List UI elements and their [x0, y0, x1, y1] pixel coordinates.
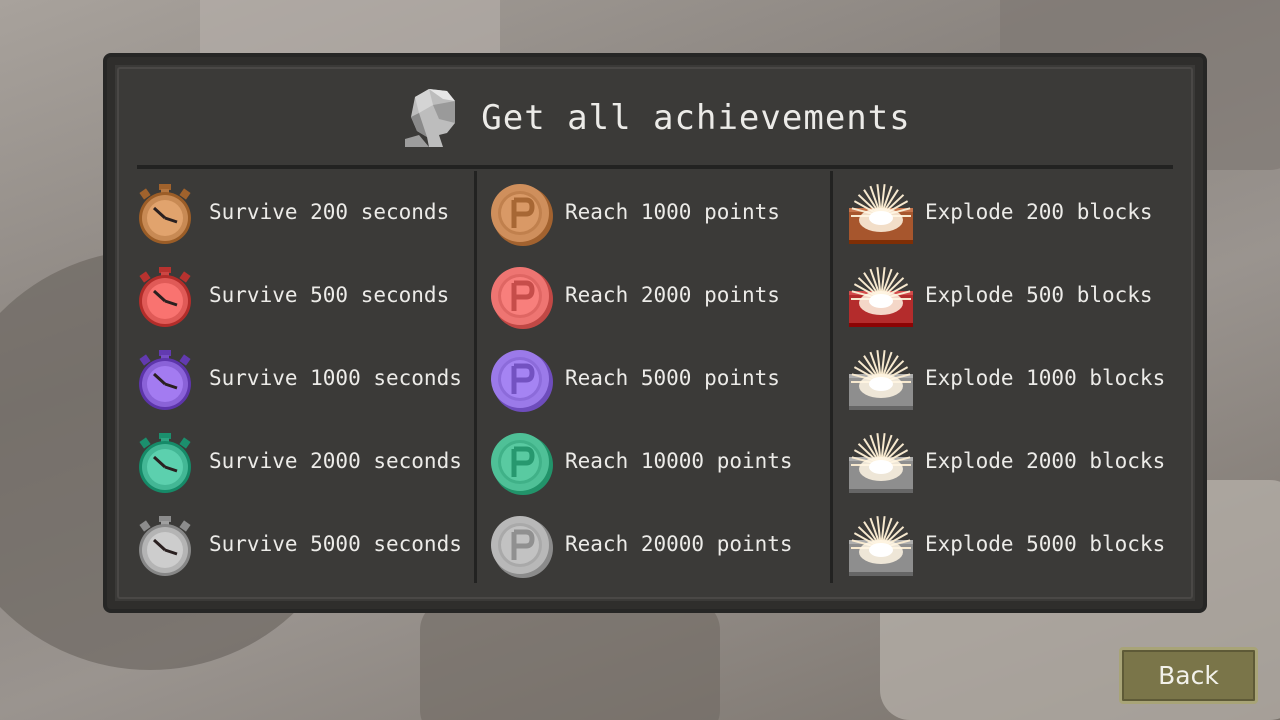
achievement-label: Survive 200 seconds — [209, 200, 450, 224]
explosion-block-icon — [849, 433, 913, 493]
achievement-label: Explode 200 blocks — [925, 200, 1153, 224]
title-row: Get all achievements — [107, 83, 1203, 153]
page-title: Get all achievements — [481, 98, 911, 138]
achievement-label: Reach 10000 points — [565, 449, 793, 473]
achievement-row: Survive 1000 seconds — [131, 343, 462, 413]
trophy-statue-icon — [405, 89, 456, 147]
back-button[interactable]: Back — [1119, 647, 1258, 704]
stopwatch-icon — [139, 184, 191, 244]
achievement-label: Reach 2000 points — [565, 283, 780, 307]
explosion-block-icon — [849, 184, 913, 244]
achievement-row: Reach 10000 points — [487, 426, 793, 496]
points-coin-icon — [491, 516, 553, 578]
points-column: Reach 1000 points Reach 2000 points Reac… — [487, 177, 827, 592]
explosion-block-icon — [849, 350, 913, 410]
survive-column: Survive 200 seconds Survive 500 seconds … — [131, 177, 471, 592]
explosion-block-icon — [849, 267, 913, 327]
achievement-label: Explode 2000 blocks — [925, 449, 1166, 473]
achievement-row: Reach 5000 points — [487, 343, 780, 413]
achievement-label: Survive 2000 seconds — [209, 449, 462, 473]
achievement-row: Survive 500 seconds — [131, 260, 449, 330]
explode-column: Explode 200 blocks Explode 500 blocks Ex… — [847, 177, 1187, 592]
achievement-row: Survive 200 seconds — [131, 177, 449, 247]
achievement-label: Survive 500 seconds — [209, 283, 450, 307]
header-divider — [137, 165, 1173, 169]
points-coin-icon — [491, 184, 553, 246]
achievement-row: Explode 5000 blocks — [847, 509, 1165, 579]
stopwatch-icon — [139, 433, 191, 493]
achievement-label: Explode 500 blocks — [925, 283, 1153, 307]
stopwatch-icon — [139, 267, 191, 327]
points-coin-icon — [491, 433, 553, 495]
achievement-row: Reach 20000 points — [487, 509, 793, 579]
points-coin-icon — [491, 350, 553, 412]
achievement-label: Explode 1000 blocks — [925, 366, 1166, 390]
achievement-row: Survive 2000 seconds — [131, 426, 462, 496]
achievement-label: Reach 5000 points — [565, 366, 780, 390]
achievement-label: Survive 5000 seconds — [209, 532, 462, 556]
achievement-row: Reach 2000 points — [487, 260, 780, 330]
achievement-row: Reach 1000 points — [487, 177, 780, 247]
stopwatch-icon — [139, 516, 191, 576]
achievement-label: Reach 1000 points — [565, 200, 780, 224]
points-coin-icon — [491, 267, 553, 329]
stopwatch-icon — [139, 350, 191, 410]
achievement-row: Explode 2000 blocks — [847, 426, 1165, 496]
achievement-label: Survive 1000 seconds — [209, 366, 462, 390]
achievement-row: Explode 200 blocks — [847, 177, 1153, 247]
achievement-row: Explode 500 blocks — [847, 260, 1153, 330]
achievements-panel: Get all achievements Survive 200 seconds… — [103, 53, 1207, 613]
column-divider — [830, 171, 833, 583]
achievement-row: Survive 5000 seconds — [131, 509, 462, 579]
column-divider — [474, 171, 477, 583]
explosion-block-icon — [849, 516, 913, 576]
achievement-label: Reach 20000 points — [565, 532, 793, 556]
achievement-row: Explode 1000 blocks — [847, 343, 1165, 413]
achievement-label: Explode 5000 blocks — [925, 532, 1166, 556]
